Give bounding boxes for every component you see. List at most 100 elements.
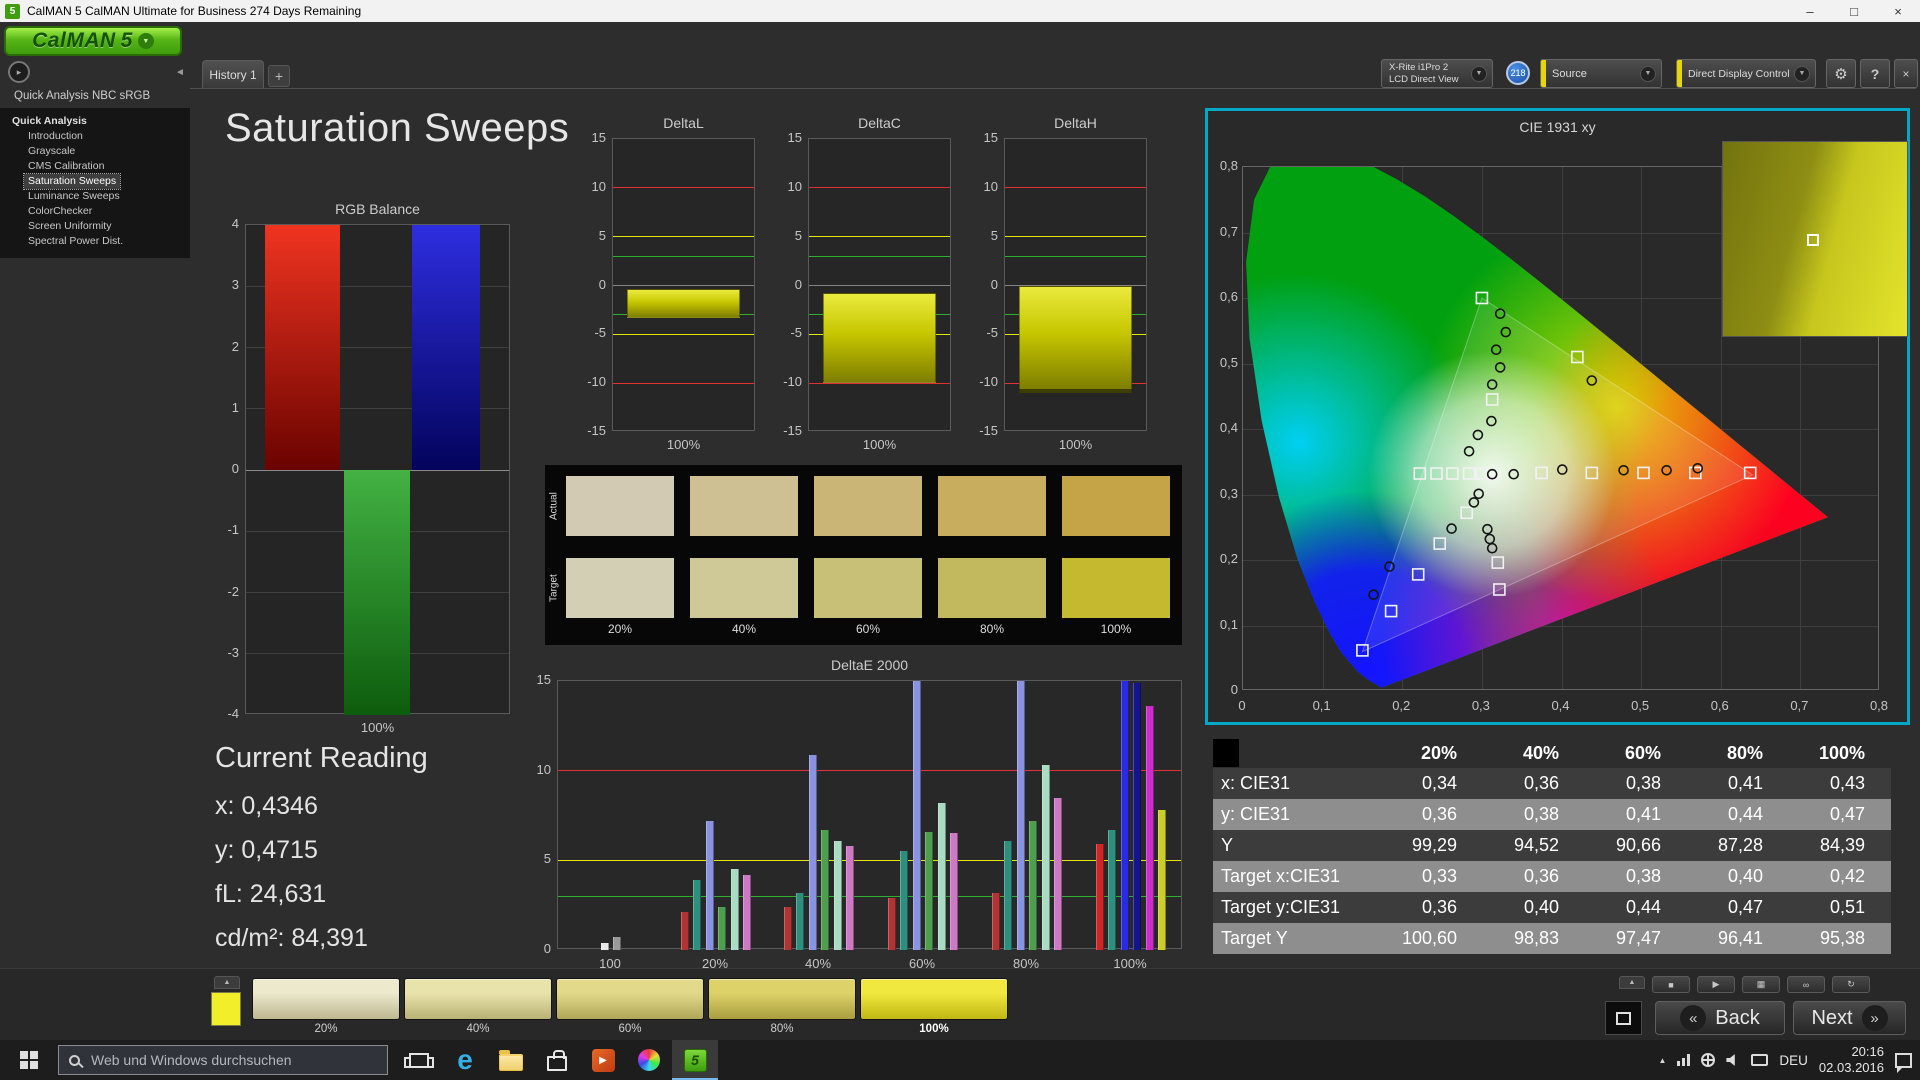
meter-dropdown[interactable]: X-Rite i1Pro 2 LCD Direct View ▼ [1381,59,1493,88]
delta-axis-tick: 15 [962,130,998,145]
pattern-tile-80[interactable] [708,978,856,1020]
table-cell: 0,41 [1585,804,1687,825]
taskbar-file-explorer-button[interactable] [488,1040,534,1080]
sidebar-item-grayscale[interactable]: Grayscale [24,144,79,159]
delta-axis-tick: 5 [570,228,606,243]
table-row-label: Target y:CIE31 [1213,897,1381,918]
loop-button[interactable]: ∞ [1787,976,1825,993]
pattern-button[interactable]: ▦ [1742,976,1780,993]
play-button[interactable]: ▶ [1697,976,1735,993]
delta-axis-label: 100% [808,437,951,452]
table-cell: 0,42 [1789,866,1891,887]
pattern-window-button[interactable] [1605,1001,1642,1035]
pattern-tile-20[interactable] [252,978,400,1020]
sidebar-collapse-button[interactable]: ◄ [172,64,188,80]
swatch-expand-button[interactable]: ▲ [214,976,240,989]
table-cell: 98,83 [1483,928,1585,949]
rgb-bar-green [344,470,410,715]
taskbar-color-app-button[interactable] [626,1040,672,1080]
table-cell: 0,34 [1381,773,1483,794]
sidebar-item-cms-calibration[interactable]: CMS Calibration [24,159,108,174]
tab-add-button[interactable]: + [268,65,290,87]
delta-ref-line [613,383,754,384]
patch-swatch [566,476,674,536]
back-button[interactable]: « Back [1655,1001,1785,1035]
cie-axis-tick: 0,1 [1208,617,1238,632]
display-control-dropdown[interactable]: Direct Display Control ▼ [1676,59,1816,88]
table-cell: 0,36 [1381,897,1483,918]
deltae-bar [613,937,621,950]
sidebar-item-colorchecker[interactable]: ColorChecker [24,204,96,219]
table-cell: 87,28 [1687,835,1789,856]
settings-gear-button[interactable]: ⚙ [1826,59,1856,88]
rgb-axis-tick: 3 [203,277,239,292]
pattern-window-icon [1616,1012,1631,1025]
patch-swatch [1062,476,1170,536]
next-button[interactable]: Next » [1793,1001,1906,1035]
tab-history-1[interactable]: History 1 [202,60,264,88]
stop-button[interactable]: ■ [1652,976,1690,993]
deltae-bar [1017,681,1025,950]
tray-expand-icon[interactable]: ▲ [1658,1056,1666,1065]
meter-count-badge[interactable]: 218 [1506,61,1530,85]
taskbar-store-button[interactable] [534,1040,580,1080]
help-button[interactable]: ? [1860,59,1890,88]
calman-logo[interactable]: CalMAN 5 ▼ [4,26,182,56]
sidebar-item-screen-uniformity[interactable]: Screen Uniformity [24,219,115,234]
search-icon [69,1055,80,1066]
deltae-bar [809,755,817,950]
minimize-button[interactable]: – [1788,0,1832,22]
display-control-label: Direct Display Control [1688,68,1790,80]
task-view-button[interactable] [396,1040,442,1080]
globe-icon[interactable] [1701,1053,1715,1067]
table-cell: 0,38 [1585,866,1687,887]
pattern-tile-60[interactable] [556,978,704,1020]
nav-back-button[interactable]: ▸ [8,61,30,83]
keyboard-icon[interactable] [1751,1054,1768,1066]
refresh-button[interactable]: ↻ [1832,976,1870,993]
taskbar-calman-button[interactable]: 5 [672,1040,718,1080]
close-workflow-button[interactable]: × [1894,59,1918,88]
delta-bar [1019,286,1132,393]
delta-axis-tick: -5 [570,325,606,340]
search-input[interactable] [91,1052,387,1068]
patch-swatch [814,476,922,536]
start-button[interactable] [0,1040,58,1080]
volume-icon[interactable] [1726,1054,1740,1067]
taskbar-media-button[interactable]: ▶ [580,1040,626,1080]
sidebar-item-introduction[interactable]: Introduction [24,129,87,144]
sidebar-item-spectral-power-dist-[interactable]: Spectral Power Dist. [24,234,127,249]
cie-axis-tick: 0,8 [1859,698,1899,713]
source-dropdown[interactable]: Source ▼ [1540,59,1662,88]
deltae-bar [1029,821,1037,950]
transport-expand-button[interactable]: ▲ [1619,976,1645,989]
delta-ref-line [613,334,754,335]
table-cell: 0,36 [1483,773,1585,794]
inset-target-marker [1807,234,1819,246]
sidebar-item-quick-analysis[interactable]: Quick Analysis [8,114,91,129]
taskbar-search[interactable] [58,1045,388,1075]
sidebar-item-luminance-sweeps[interactable]: Luminance Sweeps [24,189,124,204]
clock-date: 02.03.2016 [1819,1060,1884,1076]
next-chevrons-icon: » [1862,1005,1888,1031]
deltae-bar [693,880,701,950]
calman-icon: 5 [684,1049,707,1072]
sidebar-item-saturation-sweeps[interactable]: Saturation Sweeps [24,174,120,189]
taskbar-edge-button[interactable]: e [442,1040,488,1080]
network-icon[interactable] [1677,1054,1690,1066]
pattern-tile-100[interactable] [860,978,1008,1020]
deltae-bar [1133,683,1141,950]
deltae-bar [992,893,1000,950]
deltae-bar [796,893,804,950]
maximize-button[interactable]: □ [1832,0,1876,22]
close-button[interactable]: × [1876,0,1920,22]
taskbar-clock[interactable]: 20:16 02.03.2016 [1819,1044,1884,1077]
patch-col-label: 80% [938,622,1046,636]
language-indicator[interactable]: DEU [1779,1053,1808,1068]
delta-axis-tick: -5 [962,325,998,340]
table-cell: 0,33 [1381,866,1483,887]
deltae-axis-tick: 100 [580,956,640,971]
cie-axis-tick: 0,7 [1779,698,1819,713]
pattern-tile-40[interactable] [404,978,552,1020]
action-center-icon[interactable] [1895,1053,1912,1068]
